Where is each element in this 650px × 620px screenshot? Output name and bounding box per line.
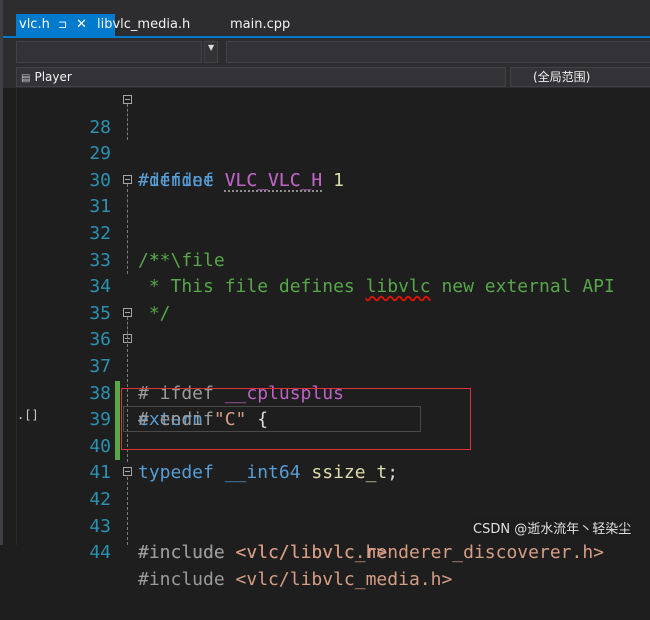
pin-icon[interactable]: ⊐ <box>58 14 67 36</box>
fold-toggle-icon[interactable] <box>123 307 132 317</box>
fold-guide <box>127 477 129 545</box>
code-line-35: 35 <box>3 274 650 324</box>
code-line-29: 29 #define VLC_VLC_H 1 <box>3 115 650 191</box>
fold-toggle-icon[interactable] <box>123 174 132 184</box>
code-line-38: 38 # endif <box>3 354 650 431</box>
global-scope-label: (全局范围) <box>533 70 591 84</box>
tab-main-cpp[interactable]: main.cpp <box>230 14 290 36</box>
navigation-combo-right[interactable] <box>226 41 650 63</box>
code-line-32: 32 * \file <box>3 194 650 271</box>
fold-toggle-icon[interactable] <box>123 95 132 104</box>
tab-libvlc-media-h[interactable]: libvlc_media.h <box>97 14 190 36</box>
code-line-30: 30 <box>3 141 650 191</box>
project-scope-label: Player <box>34 70 72 84</box>
code-line-37: 37 extern "C" { <box>3 327 650 430</box>
tab-strip: vlc.h ⊐ ✕ libvlc_media.h main.cpp <box>0 0 650 38</box>
code-line-28: 28 #ifndef VLC_VLC_H <box>3 88 650 191</box>
file-icon: ▤ <box>21 73 31 84</box>
breakpoint-placeholder-icon[interactable]: .[] <box>17 408 39 422</box>
code-line-33: 33 * This file defines libvlc new extern… <box>3 221 650 298</box>
fold-toggle-icon[interactable] <box>123 467 132 477</box>
navigation-bar-top: ▼ <box>0 38 650 66</box>
tab-label: main.cpp <box>230 17 291 32</box>
fold-guide <box>127 184 129 274</box>
change-indicator <box>115 380 120 461</box>
code-line-42: 42 #include <vlc/libvlc.h> <box>3 460 650 563</box>
global-scope-dropdown[interactable]: (全局范围) <box>510 67 650 87</box>
code-line-36: 36 # ifdef __cplusplus <box>3 301 650 404</box>
code-editor[interactable]: 28 #ifndef VLC_VLC_H 29 #define VLC_VLC_… <box>3 88 650 590</box>
combo-spinner <box>204 41 218 63</box>
fold-guide <box>127 104 129 140</box>
navigation-combo-left[interactable] <box>16 41 202 63</box>
code-line-34: 34 */ <box>3 248 650 324</box>
code-line-31: 31 /** <box>3 168 650 271</box>
navigation-bar-scope: ▤ Player (全局范围) <box>0 66 650 88</box>
code-text: #include <vlc/libvlc_media.h> <box>138 568 453 590</box>
project-scope-dropdown[interactable]: ▤ Player <box>16 67 506 87</box>
line-number: 44 <box>89 542 111 564</box>
fold-guide <box>127 317 129 343</box>
code-line-43: 43 #include <vlc/libvlc_renderer_discove… <box>3 487 650 564</box>
close-icon[interactable]: ✕ <box>76 14 87 36</box>
code-text: #include <vlc/libvlc_renderer_discoverer… <box>138 542 605 564</box>
tab-label: vlc.h <box>19 17 50 32</box>
annotation-highlight-box <box>121 388 471 450</box>
watermark-text: CSDN @逝水流年丶轻染尘 <box>471 518 634 537</box>
tab-label: libvlc_media.h <box>97 17 191 32</box>
